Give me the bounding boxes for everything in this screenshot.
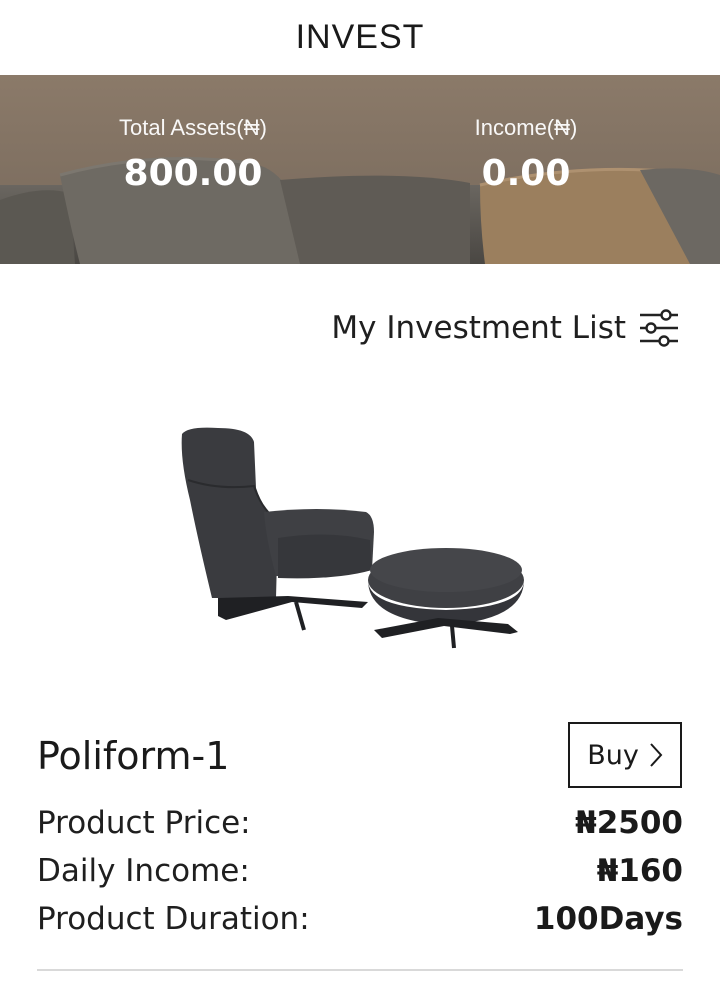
price-value: ₦2500 bbox=[575, 805, 683, 841]
divider bbox=[37, 969, 683, 971]
income-label: Income(₦) bbox=[474, 115, 578, 140]
detail-row-price: Product Price: ₦2500 bbox=[37, 803, 683, 843]
duration-label: Product Duration: bbox=[37, 901, 310, 937]
buy-button-label: Buy bbox=[587, 739, 639, 771]
detail-row-duration: Product Duration: 100Days bbox=[37, 899, 683, 939]
armchair-with-ottoman-image bbox=[181, 427, 524, 649]
buy-button[interactable]: Buy bbox=[568, 722, 682, 788]
total-assets-label: Total Assets(₦) bbox=[119, 115, 267, 140]
income-value: 0.00 bbox=[481, 153, 571, 194]
investment-list-header: My Investment List bbox=[331, 306, 680, 350]
invest-page: INVEST Total Assets(₦) 800.00 Income(₦) … bbox=[0, 0, 720, 992]
assets-banner: Total Assets(₦) 800.00 Income(₦) 0.00 bbox=[0, 75, 720, 264]
price-label: Product Price: bbox=[37, 805, 251, 841]
page-title: INVEST bbox=[295, 18, 425, 56]
product-name: Poliform-1 bbox=[37, 734, 230, 778]
daily-income-value: ₦160 bbox=[596, 853, 683, 889]
filter-sliders-icon[interactable] bbox=[638, 307, 680, 349]
income-stat: Income(₦) 0.00 bbox=[396, 115, 656, 194]
total-assets-stat: Total Assets(₦) 800.00 bbox=[63, 115, 323, 194]
duration-value: 100Days bbox=[533, 901, 683, 937]
daily-income-label: Daily Income: bbox=[37, 853, 250, 889]
detail-row-daily-income: Daily Income: ₦160 bbox=[37, 851, 683, 891]
investment-list-title: My Investment List bbox=[331, 310, 626, 346]
total-assets-value: 800.00 bbox=[123, 153, 263, 194]
chevron-right-icon bbox=[650, 743, 663, 767]
top-header: INVEST bbox=[0, 0, 720, 75]
